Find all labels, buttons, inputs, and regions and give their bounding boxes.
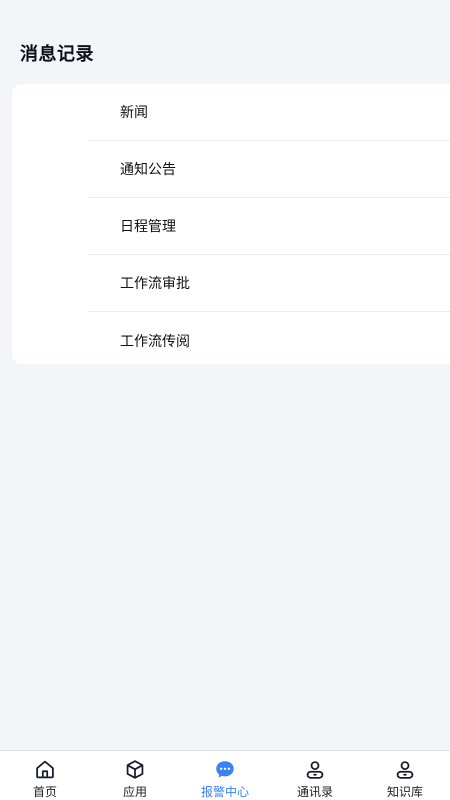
- chat-bubble-icon: [216, 761, 234, 778]
- menu-item-news[interactable]: 新闻: [88, 84, 450, 141]
- menu-item-schedule[interactable]: 日程管理: [88, 198, 450, 255]
- bottom-tab-bar: 首页 应用 报警中心 通讯录 知识库: [0, 750, 450, 800]
- tab-apps[interactable]: 应用: [90, 751, 180, 800]
- page-title: 消息记录: [20, 44, 94, 65]
- menu-item-workflow-approval[interactable]: 工作流审批: [88, 255, 450, 312]
- menu-item-workflow-circulation[interactable]: 工作流传阅: [88, 312, 450, 369]
- tab-alarm-center[interactable]: 报警中心: [180, 751, 270, 800]
- user-icon: [306, 761, 324, 779]
- tab-label: 通讯录: [296, 785, 333, 799]
- page: 消息记录 新闻 通知公告 日程管理 工作流审批 工作流传阅 首页 应用 报警中心…: [0, 0, 450, 800]
- menu-item-label: 日程管理: [120, 219, 176, 235]
- tab-home[interactable]: 首页: [0, 751, 90, 800]
- tab-label: 应用: [122, 785, 147, 799]
- cube-icon: [126, 760, 144, 779]
- tab-knowledge-base[interactable]: 知识库: [360, 751, 450, 800]
- tab-label: 首页: [32, 785, 57, 799]
- home-icon: [36, 760, 54, 779]
- menu-item-label: 工作流审批: [120, 276, 190, 292]
- user-icon: [396, 761, 414, 779]
- menu-item-notices[interactable]: 通知公告: [88, 141, 450, 198]
- menu-item-label: 新闻: [120, 105, 148, 121]
- menu-item-label: 工作流传阅: [120, 333, 190, 350]
- tab-label: 知识库: [386, 785, 423, 799]
- tab-contacts[interactable]: 通讯录: [270, 751, 360, 800]
- menu-item-label: 通知公告: [120, 162, 176, 178]
- message-category-card: 新闻 通知公告 日程管理 工作流审批 工作流传阅: [12, 84, 450, 364]
- tab-label: 报警中心: [200, 785, 249, 799]
